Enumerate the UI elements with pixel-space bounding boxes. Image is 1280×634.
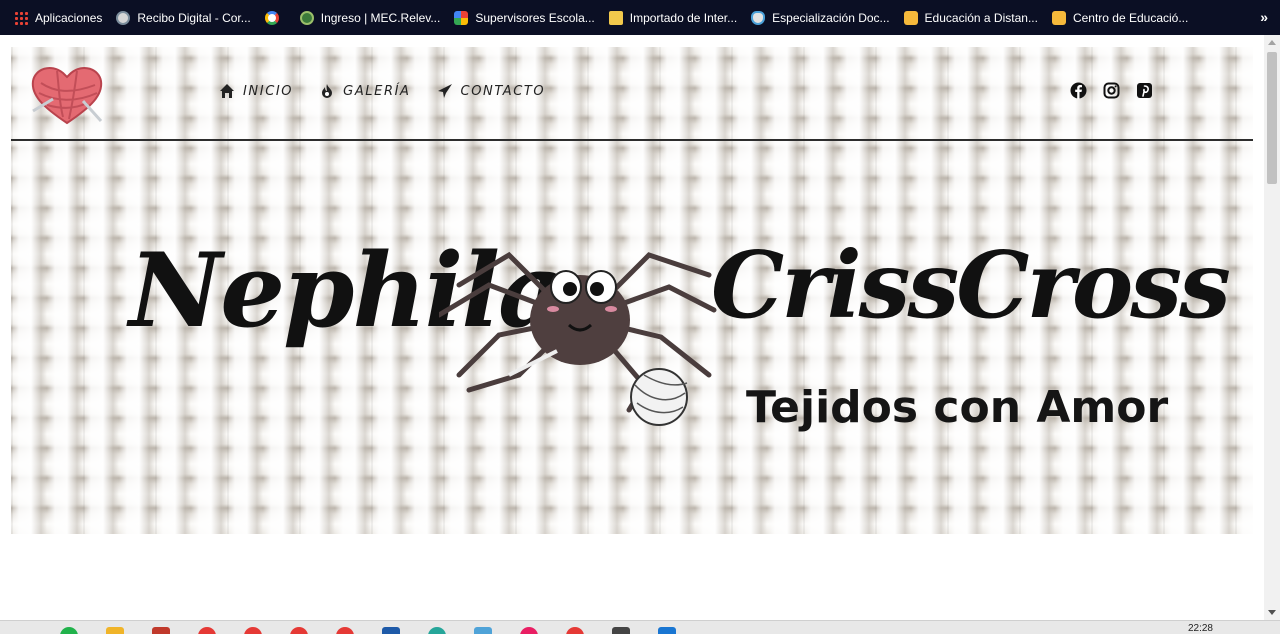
facebook-icon[interactable] — [1070, 82, 1087, 99]
chrome-icon[interactable] — [290, 627, 308, 634]
bookmark-label: Supervisores Escola... — [475, 10, 595, 25]
os-taskbar: 22:28 — [0, 620, 1280, 634]
folder-icon — [608, 10, 623, 25]
app-icon[interactable] — [612, 627, 630, 634]
shield-icon — [116, 10, 131, 25]
nav-inicio[interactable]: INICIO — [219, 83, 293, 99]
pinterest-icon[interactable] — [1136, 82, 1153, 99]
app-icon[interactable] — [428, 627, 446, 634]
bookmarks-overflow-button[interactable]: » — [1260, 9, 1268, 25]
app-icon[interactable] — [474, 627, 492, 634]
instagram-icon[interactable] — [1103, 82, 1120, 99]
bookmarks-bar: Aplicaciones Recibo Digital - Cor... Ing… — [0, 0, 1280, 35]
google-icon — [264, 10, 279, 25]
site-header: INICIO GALERÍA CONTACTO — [11, 47, 1253, 139]
nav-label: GALERÍA — [343, 83, 411, 99]
bookmark-centro[interactable]: Centro de Educació... — [1048, 0, 1198, 35]
brand-tagline: Tejidos con Amor — [746, 382, 1169, 433]
seal-icon — [299, 10, 314, 25]
bookmark-apps[interactable]: Aplicaciones — [10, 0, 112, 35]
bookmark-importado[interactable]: Importado de Inter... — [605, 0, 747, 35]
apps-grid-icon — [14, 10, 28, 25]
spider-illustration — [439, 251, 717, 426]
bookmark-label: Especialización Doc... — [772, 10, 890, 25]
home-icon — [220, 84, 234, 98]
bookmark-label: Educación a Distan... — [924, 10, 1038, 25]
hero-banner: INICIO GALERÍA CONTACTO Nephila CrissCro… — [11, 47, 1253, 534]
bookmark-supervisores[interactable]: Supervisores Escola... — [450, 0, 604, 35]
brand-name-right: CrissCross — [711, 231, 1231, 339]
scrollbar-thumb[interactable] — [1267, 52, 1277, 184]
file-explorer-icon[interactable] — [106, 627, 124, 634]
main-nav: INICIO GALERÍA CONTACTO — [219, 83, 545, 99]
app-icon[interactable] — [566, 627, 584, 634]
header-divider — [11, 139, 1253, 141]
bookmark-recibo[interactable]: Recibo Digital - Cor... — [112, 0, 260, 35]
bookmark-label: Centro de Educació... — [1072, 10, 1189, 25]
yarn-heart-logo[interactable] — [29, 61, 105, 127]
app-icon[interactable] — [152, 627, 170, 634]
bookmark-educacion[interactable]: Educación a Distan... — [900, 0, 1048, 35]
chrome-icon[interactable] — [244, 627, 262, 634]
chrome-icon[interactable] — [336, 627, 354, 634]
nav-galeria[interactable]: GALERÍA — [319, 83, 410, 99]
social-links — [1070, 82, 1153, 99]
whatsapp-icon[interactable] — [60, 627, 78, 634]
app-icon[interactable] — [658, 627, 676, 634]
bookmark-google[interactable] — [261, 0, 296, 35]
nav-contacto[interactable]: CONTACTO — [437, 83, 546, 99]
bookmark-label: Recibo Digital - Cor... — [137, 10, 251, 25]
scroll-up-arrow-icon[interactable] — [1268, 40, 1276, 45]
app-icon[interactable] — [520, 627, 538, 634]
nav-label: INICIO — [243, 83, 294, 99]
ordinal-icon — [903, 10, 918, 25]
page-scrollbar[interactable] — [1264, 35, 1280, 620]
pinwheel-icon — [454, 10, 469, 25]
brand-hero: Nephila CrissCross Tejidos con Amor — [11, 217, 1253, 467]
bookmark-mec[interactable]: Ingreso | MEC.Relev... — [296, 0, 451, 35]
page-viewport: INICIO GALERÍA CONTACTO Nephila CrissCro… — [0, 35, 1264, 620]
ordinal-icon — [1051, 10, 1066, 25]
word-icon[interactable] — [382, 627, 400, 634]
chrome-icon[interactable] — [198, 627, 216, 634]
taskbar-clock[interactable]: 22:28 — [1188, 623, 1213, 634]
paper-plane-icon — [437, 84, 452, 98]
bookmark-label: Ingreso | MEC.Relev... — [320, 10, 441, 25]
bookmark-label: Importado de Inter... — [629, 10, 738, 25]
scroll-down-arrow-icon[interactable] — [1268, 610, 1276, 615]
pin-icon — [751, 10, 766, 25]
nav-label: CONTACTO — [460, 83, 546, 99]
bookmark-label: Aplicaciones — [35, 10, 103, 25]
fire-icon — [322, 84, 333, 98]
bookmark-especializacion[interactable]: Especialización Doc... — [747, 0, 899, 35]
